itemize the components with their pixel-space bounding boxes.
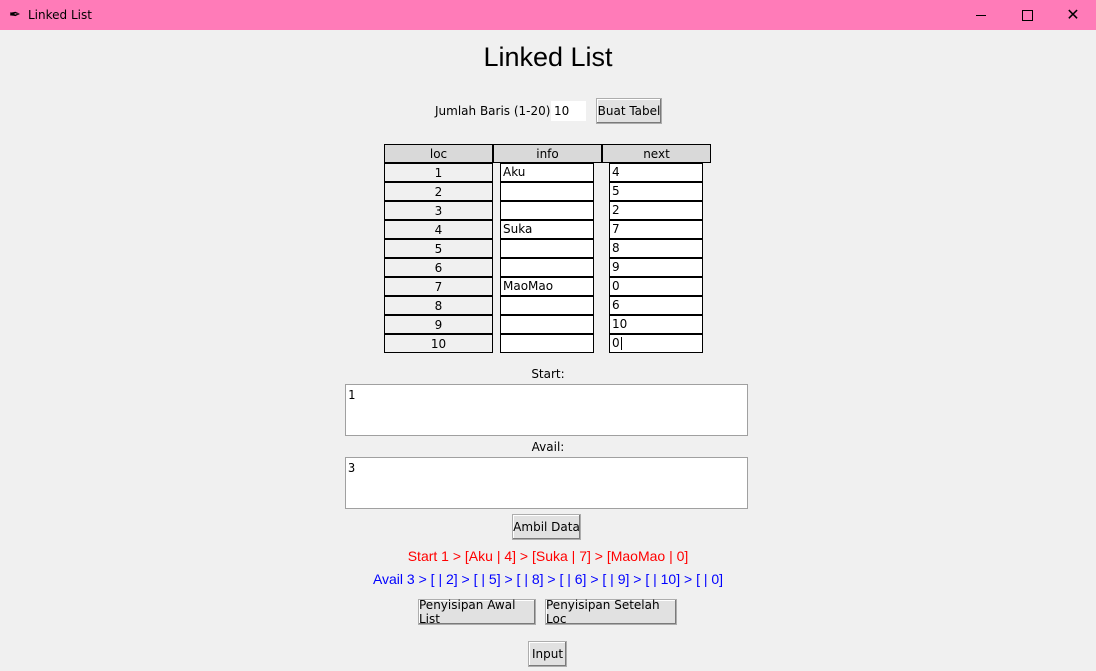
row-count-label: Jumlah Baris (1-20): [435,104,555,118]
next-input[interactable]: 5 [609,182,703,201]
loc-cell: 9 [384,315,493,334]
start-label: Start: [531,367,565,381]
header-next: next [602,144,711,163]
insert-front-button[interactable]: Penyisipan Awal List [418,598,536,626]
maximize-icon [1021,9,1033,21]
next-input[interactable]: 0 [609,277,703,296]
loc-cell: 1 [384,163,493,182]
input-button[interactable]: Input [528,641,567,667]
info-input[interactable]: Suka [500,220,594,239]
next-input[interactable]: 9 [609,258,703,277]
loc-cell: 2 [384,182,493,201]
feather-icon: ✒ [9,6,21,22]
header-loc: loc [384,144,493,163]
create-table-button[interactable]: Buat Tabel [596,98,662,124]
next-input[interactable]: 10 [609,315,703,334]
avail-output: Avail 3 > [ | 2] > [ | 5] > [ | 8] > [ |… [372,571,724,587]
next-input[interactable]: 6 [609,296,703,315]
info-input[interactable] [500,182,594,201]
info-input[interactable] [500,296,594,315]
row-count-input[interactable]: 10 [551,101,586,121]
avail-label: Avail: [531,440,565,454]
info-input[interactable]: MaoMao [500,277,594,296]
minimize-button[interactable] [958,0,1004,30]
info-input[interactable] [500,258,594,277]
insert-after-loc-button[interactable]: Penyisipan Setelah Loc [545,598,677,626]
loc-cell: 4 [384,220,493,239]
start-output: Start 1 > [Aku | 4] > [Suka | 7] > [MaoM… [407,548,689,564]
start-input[interactable]: 1 [345,384,748,436]
page-title: Linked List [483,42,613,72]
maximize-button[interactable] [1004,0,1050,30]
loc-cell: 5 [384,239,493,258]
next-input[interactable]: 8 [609,239,703,258]
info-input[interactable] [500,201,594,220]
next-input[interactable]: 0 [609,334,703,353]
loc-cell: 6 [384,258,493,277]
next-input[interactable]: 4 [609,163,703,182]
close-icon: ✕ [1066,7,1080,24]
next-input[interactable]: 7 [609,220,703,239]
close-button[interactable]: ✕ [1050,0,1096,30]
info-input[interactable] [500,239,594,258]
header-info: info [493,144,602,163]
next-input[interactable]: 2 [609,201,703,220]
info-input[interactable]: Aku [500,163,594,182]
fetch-data-button[interactable]: Ambil Data [512,514,581,540]
window-title: Linked List [28,8,92,22]
loc-cell: 3 [384,201,493,220]
minimize-icon [976,14,986,16]
loc-cell: 8 [384,296,493,315]
loc-cell: 10 [384,334,493,353]
info-input[interactable] [500,334,594,353]
text-caret [620,337,622,350]
info-input[interactable] [500,315,594,334]
avail-input[interactable]: 3 [345,457,748,509]
loc-cell: 7 [384,277,493,296]
title-bar: ✒ Linked List ✕ [0,0,1096,30]
